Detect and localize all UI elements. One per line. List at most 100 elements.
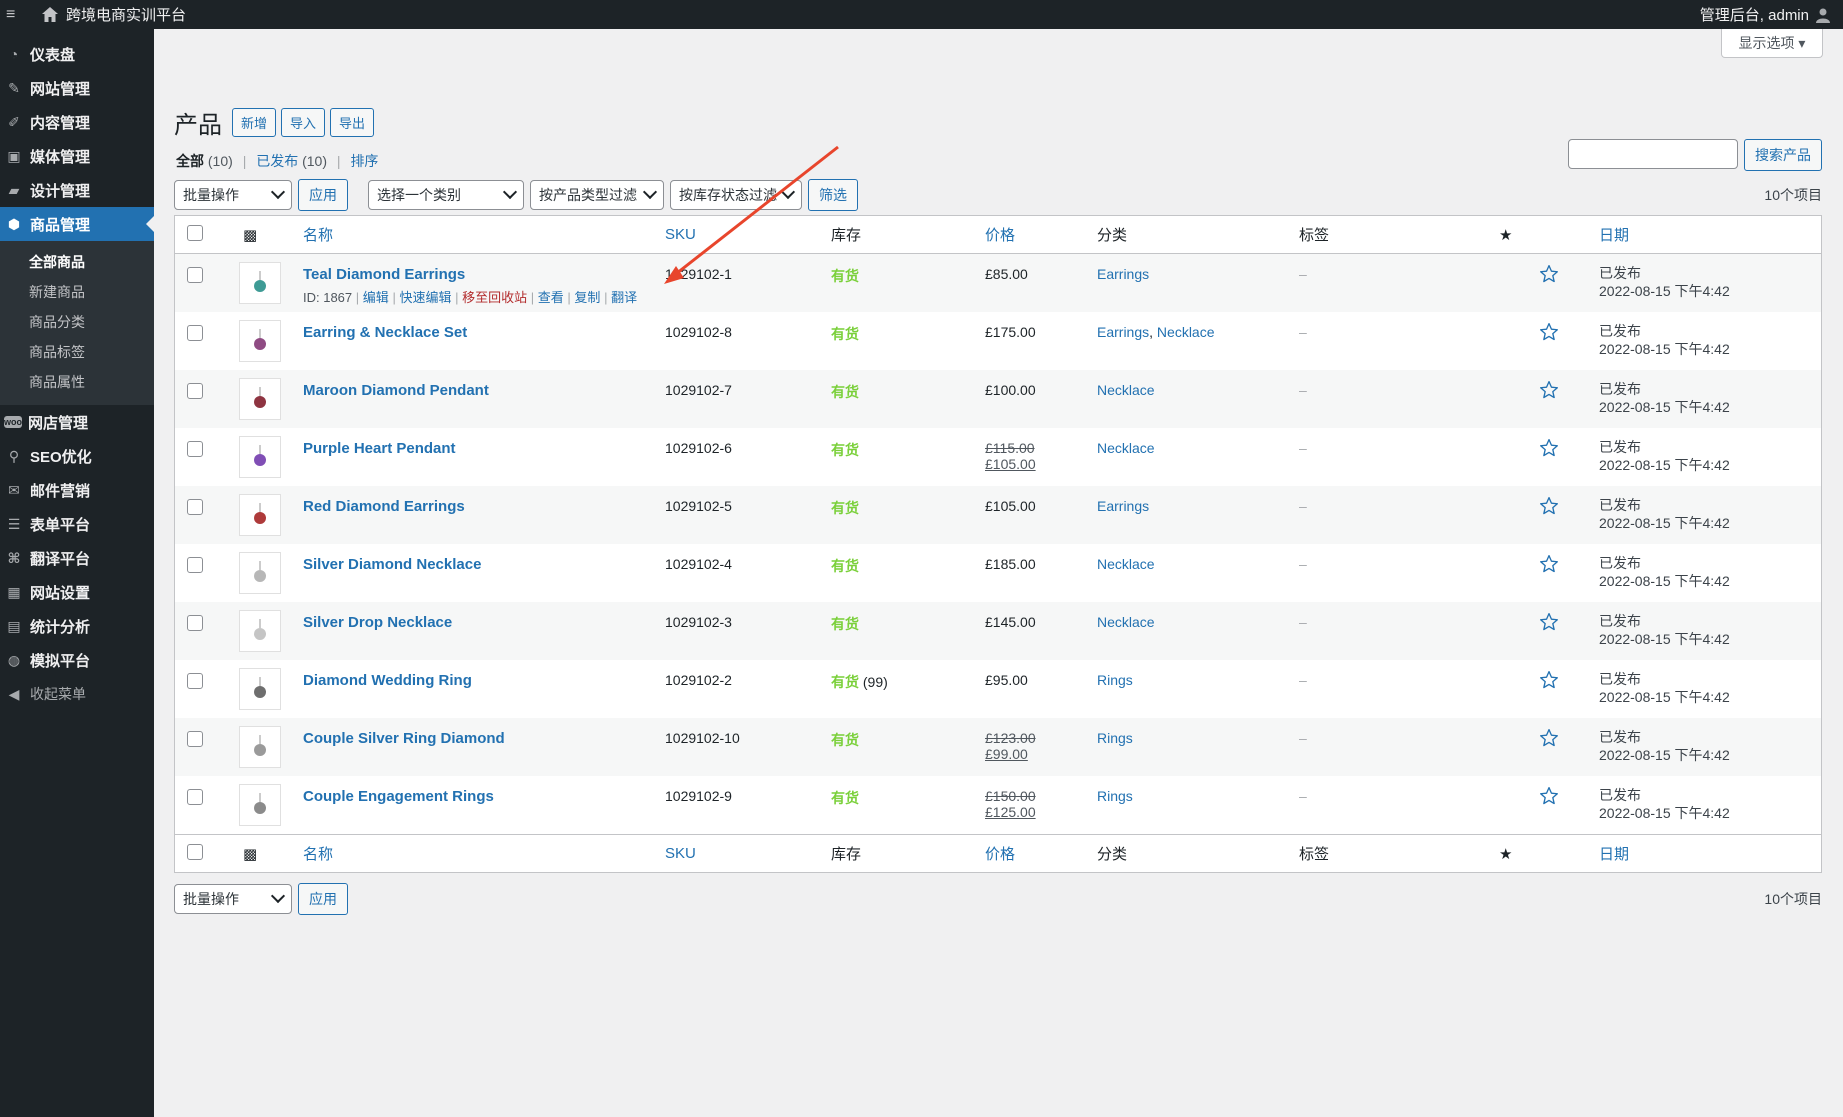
column-price[interactable]: 价格 [985,227,1015,244]
copy-link[interactable]: 复制 [574,290,600,305]
featured-star-icon[interactable] [1539,670,1559,693]
sidebar-item-products[interactable]: ⬢ 商品管理 [0,207,154,241]
row-checkbox[interactable] [187,441,203,457]
column-name[interactable]: 名称 [303,227,333,244]
submenu-attributes[interactable]: 商品属性 [0,367,154,397]
category-link[interactable]: Rings [1097,730,1133,746]
submenu-tags[interactable]: 商品标签 [0,337,154,367]
featured-star-icon[interactable] [1539,322,1559,345]
site-home-link[interactable]: 跨境电商实训平台 [42,4,186,25]
product-thumbnail[interactable] [239,320,281,362]
submenu-categories[interactable]: 商品分类 [0,307,154,337]
trash-link[interactable]: 移至回收站 [462,290,527,305]
product-thumbnail[interactable] [239,494,281,536]
sidebar-item-dashboard[interactable]: ◔ 仪表盘 [0,37,154,71]
product-thumbnail[interactable] [239,784,281,826]
category-link[interactable]: Earrings [1097,498,1149,514]
product-thumbnail[interactable] [239,378,281,420]
category-link[interactable]: Necklace [1097,382,1155,398]
row-checkbox[interactable] [187,789,203,805]
import-button[interactable]: 导入 [281,108,326,137]
sidebar-item-email[interactable]: ✉ 邮件营销 [0,473,154,507]
category-link[interactable]: Rings [1097,788,1133,804]
edit-link[interactable]: 编辑 [363,290,389,305]
sidebar-item-settings[interactable]: ▦ 网站设置 [0,575,154,609]
row-checkbox[interactable] [187,383,203,399]
view-published-link[interactable]: 已发布 [256,153,298,169]
featured-star-icon[interactable] [1539,264,1559,287]
product-name-link[interactable]: Couple Engagement Rings [303,788,665,805]
column-date[interactable]: 日期 [1599,227,1629,244]
search-products-button[interactable]: 搜索产品 [1744,139,1822,171]
product-name-link[interactable]: Red Diamond Earrings [303,498,665,515]
search-input[interactable] [1568,139,1738,169]
product-thumbnail[interactable] [239,436,281,478]
sidebar-item-seo[interactable]: ⚲ SEO优化 [0,439,154,473]
bulk-actions-select-bottom[interactable]: 批量操作 [174,884,292,914]
collapse-menu-button[interactable]: ◀ 收起菜单 [0,677,154,711]
category-link[interactable]: Necklace [1097,440,1155,456]
featured-column-star-icon[interactable]: ★ [1499,846,1512,863]
product-thumbnail[interactable] [239,668,281,710]
featured-star-icon[interactable] [1539,438,1559,461]
sidebar-item-design[interactable]: ▰ 设计管理 [0,173,154,207]
featured-star-icon[interactable] [1539,728,1559,751]
sidebar-item-translate[interactable]: ⌘ 翻译平台 [0,541,154,575]
sidebar-item-site[interactable]: ✎ 网站管理 [0,71,154,105]
select-all-checkbox[interactable] [187,224,203,241]
featured-star-icon[interactable] [1539,380,1559,403]
column-date-footer[interactable]: 日期 [1599,846,1629,863]
featured-column-star-icon[interactable]: ★ [1499,227,1512,244]
category-link[interactable]: Necklace [1157,324,1215,340]
sidebar-item-content[interactable]: ✐ 内容管理 [0,105,154,139]
featured-star-icon[interactable] [1539,554,1559,577]
product-name-link[interactable]: Teal Diamond Earrings [303,266,665,283]
row-checkbox[interactable] [187,731,203,747]
column-name-footer[interactable]: 名称 [303,846,333,863]
row-checkbox[interactable] [187,615,203,631]
category-link[interactable]: Rings [1097,672,1133,688]
filter-button[interactable]: 筛选 [808,179,858,211]
view-sort-link[interactable]: 排序 [350,153,378,169]
row-checkbox[interactable] [187,267,203,283]
product-thumbnail[interactable] [239,262,281,304]
submenu-new-product[interactable]: 新建商品 [0,277,154,307]
category-link[interactable]: Earrings [1097,324,1149,340]
row-checkbox[interactable] [187,673,203,689]
menu-icon[interactable]: ≡ [6,6,30,24]
product-name-link[interactable]: Silver Diamond Necklace [303,556,665,573]
product-name-link[interactable]: Earring & Necklace Set [303,324,665,341]
apply-button[interactable]: 应用 [298,179,348,211]
category-link[interactable]: Earrings [1097,266,1149,282]
select-all-checkbox-footer[interactable] [187,843,203,860]
apply-button-bottom[interactable]: 应用 [298,883,348,915]
column-sku[interactable]: SKU [665,226,696,243]
product-thumbnail[interactable] [239,610,281,652]
product-name-link[interactable]: Silver Drop Necklace [303,614,665,631]
export-button[interactable]: 导出 [330,108,375,137]
submenu-all-products[interactable]: 全部商品 [0,247,154,277]
bulk-actions-select[interactable]: 批量操作 [174,180,292,210]
featured-star-icon[interactable] [1539,612,1559,635]
view-all-link[interactable]: 全部 [176,153,204,169]
screen-options-button[interactable]: 显示选项 ▾ [1721,29,1823,58]
sidebar-item-stats[interactable]: ▤ 统计分析 [0,609,154,643]
column-price-footer[interactable]: 价格 [985,846,1015,863]
product-thumbnail[interactable] [239,552,281,594]
sidebar-item-simulation[interactable]: ◍ 模拟平台 [0,643,154,677]
stock-status-filter-select[interactable]: 按库存状态过滤 [670,180,802,210]
featured-star-icon[interactable] [1539,496,1559,519]
sidebar-item-store[interactable]: woo 网店管理 [0,405,154,439]
product-name-link[interactable]: Couple Silver Ring Diamond [303,730,665,747]
add-new-button[interactable]: 新增 [232,108,277,137]
category-link[interactable]: Necklace [1097,614,1155,630]
row-checkbox[interactable] [187,557,203,573]
translate-link[interactable]: 翻译 [611,290,637,305]
category-filter-select[interactable]: 选择一个类别 [368,180,524,210]
category-link[interactable]: Necklace [1097,556,1155,572]
sidebar-item-media[interactable]: ▣ 媒体管理 [0,139,154,173]
product-thumbnail[interactable] [239,726,281,768]
row-checkbox[interactable] [187,499,203,515]
product-type-filter-select[interactable]: 按产品类型过滤 [530,180,664,210]
featured-star-icon[interactable] [1539,786,1559,809]
